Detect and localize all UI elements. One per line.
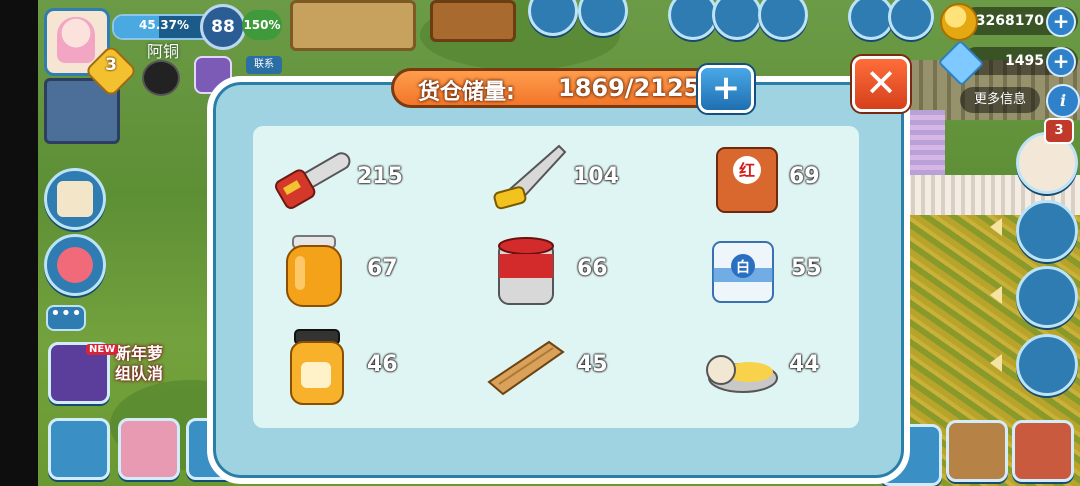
honey-jar-icon [286, 235, 342, 307]
wax-tin-icon [706, 355, 778, 393]
inventory-item[interactable]: 白 55 [707, 232, 897, 312]
farm-shed [430, 0, 516, 42]
inventory-item[interactable]: 66 [495, 232, 685, 312]
paint-bucket-icon [498, 237, 554, 305]
wood-plank-icon [487, 340, 565, 396]
gem-amount: 1495 [1005, 53, 1044, 69]
cart-icon[interactable] [48, 418, 110, 480]
inventory-item[interactable]: 46 [285, 328, 475, 408]
warehouse-dialog: 货仓储量: 1869/2125 + ✕ 215 104 红 69 67 66 白… [207, 48, 910, 484]
item-count: 46 [367, 352, 398, 377]
saw-icon [493, 144, 567, 210]
expand-capacity-button[interactable]: + [698, 65, 754, 113]
capacity-header: 货仓储量: 1869/2125 [391, 68, 721, 108]
bonus-badge[interactable]: 150% [242, 10, 282, 40]
pet-icon[interactable] [142, 60, 180, 96]
white-bag-icon: 白 [712, 241, 774, 303]
ship-icon-3[interactable] [1016, 334, 1078, 396]
item-count: 66 [577, 256, 608, 281]
add-coins-button[interactable]: + [1046, 7, 1076, 37]
coin-icon [940, 3, 978, 41]
bag-tag: 白 [736, 259, 750, 276]
expand-arrow-icon[interactable] [990, 354, 1002, 372]
capacity-value: 1869/2125 [558, 74, 701, 102]
inventory-item[interactable]: 44 [701, 328, 891, 408]
capacity-label: 货仓储量: [418, 80, 515, 105]
close-button[interactable]: ✕ [852, 56, 910, 112]
inventory-item[interactable]: 104 [489, 140, 679, 220]
info-icon[interactable]: i [1046, 84, 1080, 118]
ship-icon-1[interactable] [1016, 200, 1078, 262]
inventory-item[interactable]: 215 [273, 140, 463, 220]
ship-icon-2[interactable] [1016, 266, 1078, 328]
item-count: 45 [577, 352, 608, 377]
expand-arrow-icon[interactable] [990, 218, 1002, 236]
expand-arrow-icon[interactable] [990, 286, 1002, 304]
quest-badge: 3 [1044, 118, 1074, 144]
more-info-button[interactable]: 更多信息 [960, 87, 1040, 113]
book-icon[interactable] [44, 168, 106, 230]
more-options-button[interactable]: ••• [46, 305, 86, 331]
new-year-promo[interactable]: 新年萝 组队消 [115, 344, 220, 402]
character-icon[interactable] [118, 418, 180, 480]
promo-line-1: 新年萝 [115, 344, 164, 363]
chainsaw-icon [275, 152, 351, 209]
screen-edge [0, 0, 38, 486]
new-tag: NEW [86, 344, 119, 355]
inventory-item[interactable]: 67 [279, 232, 469, 312]
item-count: 67 [367, 256, 398, 281]
inventory-item[interactable]: 红 69 [707, 140, 897, 220]
avatar-portrait [57, 17, 95, 63]
honey-pot-icon [290, 329, 344, 405]
add-gems-button[interactable]: + [1046, 47, 1076, 77]
item-count: 69 [789, 164, 820, 189]
red-bag-icon: 红 [716, 147, 778, 213]
item-count: 104 [573, 164, 619, 189]
cocktail-icon[interactable] [44, 234, 106, 296]
item-count: 55 [791, 256, 822, 281]
item-count: 215 [357, 164, 403, 189]
bag-tag: 红 [739, 161, 755, 180]
friends-icon[interactable] [1012, 420, 1074, 482]
inventory-item[interactable]: 45 [487, 328, 677, 408]
xp-progress-text: 45.37% [139, 18, 189, 32]
farm-building [290, 0, 416, 51]
promo-line-2: 组队消 [115, 364, 164, 383]
item-count: 44 [789, 352, 820, 377]
coin-amount: 3268170 [975, 13, 1044, 29]
warehouse-icon[interactable] [946, 420, 1008, 482]
